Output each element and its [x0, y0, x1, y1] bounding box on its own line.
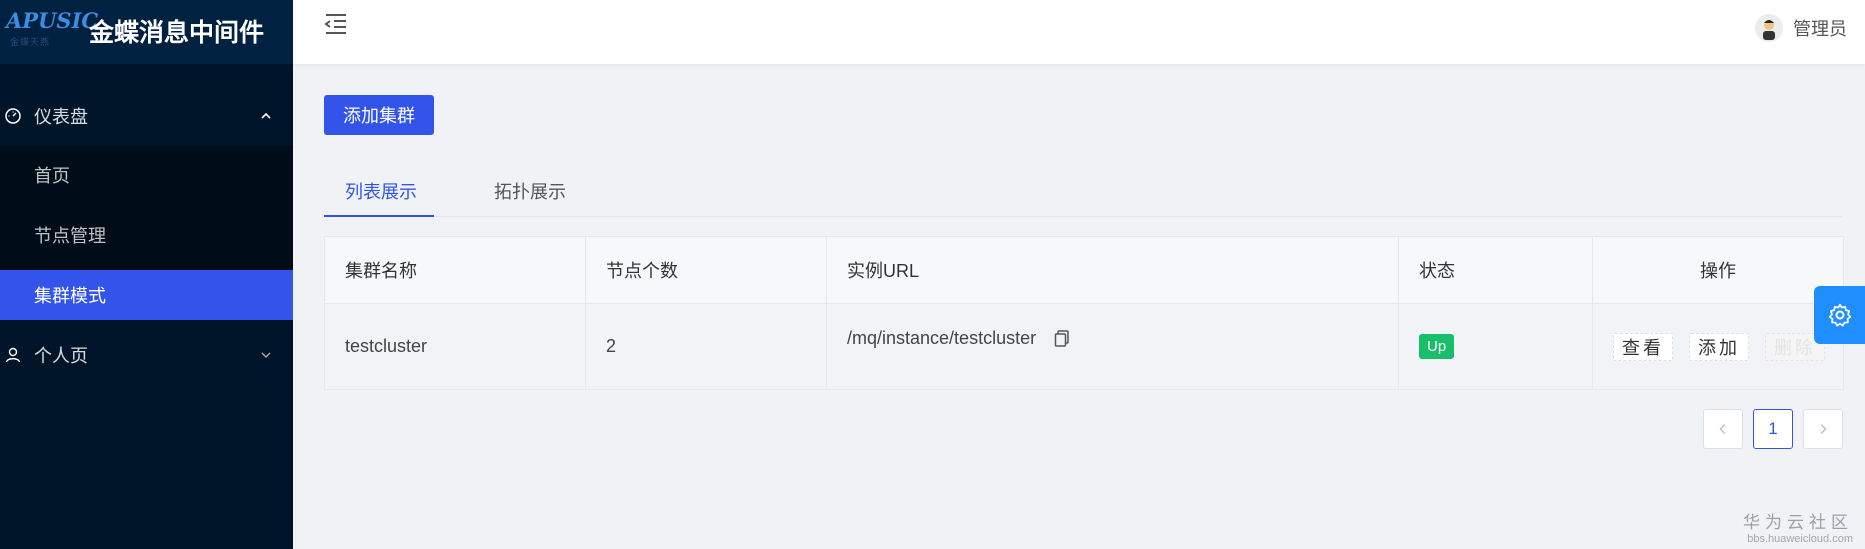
- instance-url: /mq/instance/testcluster: [847, 328, 1037, 348]
- sidebar-item-home[interactable]: 首页: [0, 150, 293, 200]
- menu-group-label: 个人页: [34, 346, 88, 366]
- prev-page-button[interactable]: [1703, 409, 1743, 449]
- chevron-right-icon: [1820, 424, 1827, 434]
- column-header-status: 状态: [1399, 237, 1593, 303]
- avatar-icon: [1755, 14, 1783, 42]
- table-row: testcluster 2 /mq/instance/testcluster U…: [325, 304, 1843, 389]
- add-cluster-button[interactable]: 添加集群: [324, 95, 434, 135]
- watermark-title: 华为云社区: [1743, 513, 1853, 532]
- chevron-left-icon: [1719, 424, 1726, 434]
- copy-icon[interactable]: [1054, 329, 1070, 348]
- logo[interactable]: APUSIC 金蝶天燕: [6, 8, 98, 48]
- user-icon: [5, 347, 21, 363]
- top-header: 管理员: [293, 0, 1865, 64]
- cell-actions: 查看 添加 删除: [1593, 304, 1843, 389]
- menu-group-label: 仪表盘: [34, 107, 88, 127]
- menu-group-dashboard[interactable]: 仪表盘: [0, 87, 293, 145]
- settings-float-button[interactable]: [1814, 286, 1865, 344]
- logo-subtext: 金蝶天燕: [10, 37, 51, 47]
- cluster-table: 集群名称 节点个数 实例URL 状态 操作 testcluster 2 /mq/…: [324, 236, 1844, 390]
- app-title: 金蝶消息中间件: [89, 19, 265, 47]
- cell-status: Up: [1399, 304, 1593, 389]
- view-tabs: 列表展示 拓扑展示: [324, 168, 1842, 217]
- dashboard-submenu: 首页 节点管理 集群模式: [0, 146, 293, 320]
- dashboard-icon: [5, 108, 21, 124]
- status-badge: Up: [1419, 334, 1455, 359]
- page-number-button[interactable]: 1: [1753, 409, 1793, 449]
- sidebar-item-node-management[interactable]: 节点管理: [0, 210, 293, 260]
- brand-header: APUSIC 金蝶天燕 金蝶消息中间件: [0, 0, 293, 64]
- chevron-down-icon: [261, 352, 271, 358]
- sidebar-item-label: 首页: [34, 166, 70, 186]
- sidebar-item-cluster-mode[interactable]: 集群模式: [0, 270, 293, 320]
- logo-text: APUSIC: [6, 8, 99, 33]
- cell-url: /mq/instance/testcluster: [827, 304, 1399, 389]
- column-header-url: 实例URL: [827, 237, 1399, 303]
- add-button[interactable]: 添加: [1689, 333, 1749, 361]
- chevron-up-icon: [261, 112, 271, 119]
- user-menu[interactable]: 管理员: [1755, 14, 1847, 42]
- sidebar-item-label: 节点管理: [34, 226, 106, 246]
- column-header-node-count: 节点个数: [586, 237, 827, 303]
- tab-topology-view[interactable]: 拓扑展示: [494, 178, 566, 204]
- watermark: 华为云社区 bbs.huaweicloud.com: [1743, 508, 1853, 545]
- next-page-button[interactable]: [1803, 409, 1843, 449]
- gear-icon: [1828, 303, 1852, 327]
- avatar: [1755, 14, 1783, 42]
- menu-fold-icon[interactable]: [324, 11, 348, 35]
- user-name: 管理员: [1793, 19, 1847, 39]
- view-button[interactable]: 查看: [1613, 333, 1673, 361]
- cell-cluster-name: testcluster: [325, 304, 586, 389]
- table-header: 集群名称 节点个数 实例URL 状态 操作: [325, 237, 1843, 304]
- tab-list-view[interactable]: 列表展示: [345, 178, 417, 204]
- sidebar: APUSIC 金蝶天燕 金蝶消息中间件 仪表盘 首页 节点管理 集群模式 个人页: [0, 0, 293, 549]
- cell-node-count: 2: [586, 304, 827, 389]
- column-header-name: 集群名称: [325, 237, 586, 303]
- watermark-url: bbs.huaweicloud.com: [1747, 533, 1853, 545]
- active-tab-indicator: [324, 215, 434, 217]
- sidebar-item-label: 集群模式: [34, 286, 106, 306]
- column-header-actions: 操作: [1700, 261, 1736, 281]
- menu-group-personal[interactable]: 个人页: [0, 326, 293, 384]
